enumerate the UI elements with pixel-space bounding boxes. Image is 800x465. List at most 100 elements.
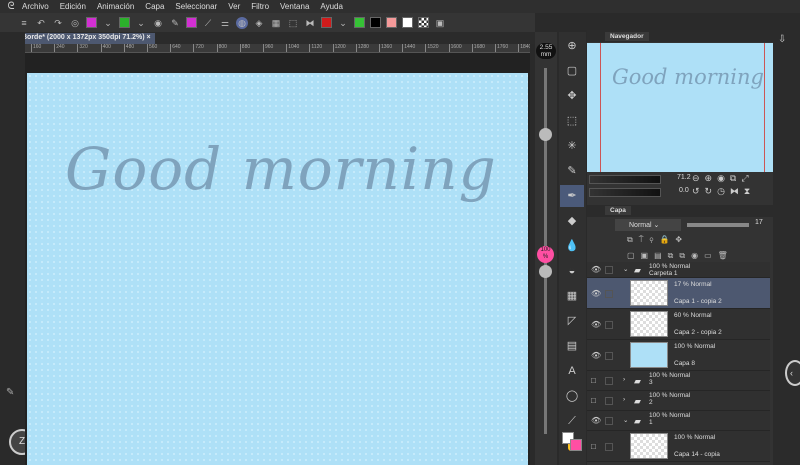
navigator-tab[interactable]: Navegador [605,31,649,41]
eye-icon[interactable]: 👁 [591,265,601,274]
import-icon[interactable]: ⇩ [778,34,786,45]
eyedropper-tool-icon[interactable]: ✎ [560,160,584,182]
menu-animación[interactable]: Animación [97,2,134,11]
eyedropper-icon[interactable]: ✎ [169,17,181,29]
layer-folder-row[interactable]: 👁 ⌄ ▰ 100 % Normal 1 [587,411,770,431]
fill-tool-icon[interactable]: ◒ [560,260,584,282]
brush-size-handle[interactable] [539,128,552,141]
layer-tab[interactable]: Capa [605,206,631,215]
zoom-controls[interactable]: ⊖⊕◉⧉⤢ [692,173,754,184]
lock-checkbox[interactable] [605,442,613,451]
lock-checkbox[interactable] [605,377,613,385]
layers-icon[interactable]: ◈ [253,17,265,29]
menu-ver[interactable]: Ver [228,2,240,11]
zoom-tool-icon[interactable]: ⊕ [560,35,584,57]
chevron-right-icon[interactable]: › [623,376,625,383]
eraser-tool-icon[interactable]: ◆ [560,210,584,232]
redo-icon[interactable]: ↷ [52,17,64,29]
save-icon[interactable]: ▣ [434,17,446,29]
layer-row[interactable]: 👁 60 % Normal Capa 2 - copia 2 [587,309,770,340]
brush-size-slider[interactable]: 2.55 mm 100 % [535,32,557,465]
eye-icon[interactable]: 👁 [591,320,601,329]
menu-icon[interactable]: ≡ [18,17,30,29]
hidden-toggle[interactable]: □ [591,396,596,405]
hidden-toggle[interactable]: □ [591,376,596,385]
white-color-swatch[interactable] [402,17,413,28]
chevron-down-icon[interactable]: ⌄ [337,17,349,29]
chevron-down-icon[interactable]: ⌄ [102,17,114,29]
operation-tool-icon[interactable]: ▢ [560,60,584,82]
menu-edición[interactable]: Edición [60,2,86,11]
eye-icon[interactable]: 👁 [591,351,601,360]
black-color-swatch[interactable] [370,17,381,28]
pen-icon[interactable]: ✎ [6,387,14,398]
layer-folder-row[interactable]: 👁 ⌄ ▰ 100 % Normal Carpeta 1 [587,262,770,278]
camera-icon[interactable]: ◎ [69,17,81,29]
layer-row[interactable]: 👁 100 % Normal Capa 8 [587,340,770,371]
eye-icon[interactable]: 👁 [591,289,601,298]
lock-checkbox[interactable] [605,320,613,329]
reference-icon[interactable]: ◍ [236,16,248,29]
transparent-swatch[interactable] [418,17,429,28]
green-layer-icon[interactable] [119,17,130,28]
app-logo-icon[interactable]: ᘓ [0,1,22,12]
brush-opacity-handle[interactable] [539,265,552,278]
layer-row[interactable]: □ 100 % Normal Capa 14 - copia [587,431,770,462]
balloon-tool-icon[interactable]: ◯ [560,385,584,407]
pink-color-swatch[interactable] [386,17,397,28]
blend-tool-icon[interactable]: 💧 [560,235,584,257]
collapse-panel-icon[interactable]: ‹ [785,360,800,386]
chevron-down-icon[interactable]: ⌄ [623,265,628,273]
menu-ventana[interactable]: Ventana [280,2,309,11]
undo-icon[interactable]: ↶ [35,17,47,29]
layer-row[interactable]: 👁 17 % Normal Capa 1 - copia 2 [587,278,770,309]
fill-icon[interactable] [186,17,197,28]
menu-seleccionar[interactable]: Seleccionar [175,2,217,11]
chevron-down-icon[interactable]: ⌄ [623,416,628,424]
hidden-toggle[interactable]: □ [591,442,596,451]
green-action-icon[interactable] [354,17,365,28]
move-tool-icon[interactable]: ✥ [560,85,584,107]
selection-tool-icon[interactable]: ⬚ [560,110,584,132]
edit-pen-icon[interactable] [605,289,613,298]
chevron-down-icon[interactable]: ⌄ [135,17,147,29]
zoom-slider[interactable] [589,175,661,184]
gradient-tool-icon[interactable]: ▤ [560,335,584,357]
lock-checkbox[interactable] [605,351,613,360]
text-tool-icon[interactable]: A [560,360,584,382]
layer-property-icons[interactable]: ⧉⍑⚲🔒✥ [627,235,688,245]
grid-icon[interactable]: ▦ [270,17,282,29]
layer-folder-row[interactable]: □ › ▰ 100 % Normal 3 [587,371,770,391]
menu-capa[interactable]: Capa [145,2,164,11]
pen-tool-icon[interactable]: ✒ [560,185,584,207]
sub-color-swatch[interactable] [570,439,582,451]
lock-checkbox[interactable] [605,397,613,405]
flip-icon[interactable]: ⧓ [304,17,316,29]
eye-icon[interactable]: 👁 [591,416,601,425]
magic-wand-icon[interactable]: ✳ [560,135,584,157]
selection-icon[interactable]: ⬚ [287,17,299,29]
menu-ayuda[interactable]: Ayuda [320,2,343,11]
chevron-right-icon[interactable]: › [623,396,625,403]
search-icon[interactable]: ◉ [152,17,164,29]
blend-mode-select[interactable]: Normal ⌄ [615,219,681,231]
rotate-controls[interactable]: ↺↻◷⧓⧗ [692,186,755,197]
layer-action-icons[interactable]: ▢▣▤⧉⧉◉▭🗑 [627,251,734,261]
rotation-slider[interactable] [589,188,661,197]
ruler-tool-icon[interactable]: ◸ [560,310,584,332]
menu-filtro[interactable]: Filtro [251,2,269,11]
frame-tool-icon[interactable]: ▦ [560,285,584,307]
layer-opacity-slider[interactable] [687,223,749,227]
lock-checkbox[interactable] [605,417,613,425]
lock-checkbox[interactable] [605,266,613,274]
menu-archivo[interactable]: Archivo [22,2,49,11]
layer-folder-row[interactable]: □ › ▰ 100 % Normal 2 [587,391,770,411]
red-layer-icon[interactable] [321,17,332,28]
ruler-icon[interactable]: ⟋ [202,17,214,29]
canvas[interactable]: Good morning [27,73,528,465]
correct-line-tool-icon[interactable]: ⟋ [560,410,584,432]
sliders-icon[interactable]: ⚌ [219,17,231,29]
close-tab-icon[interactable]: × [147,34,151,41]
magenta-layer-icon[interactable] [86,17,97,28]
navigator-preview[interactable]: Good morning [587,43,773,172]
